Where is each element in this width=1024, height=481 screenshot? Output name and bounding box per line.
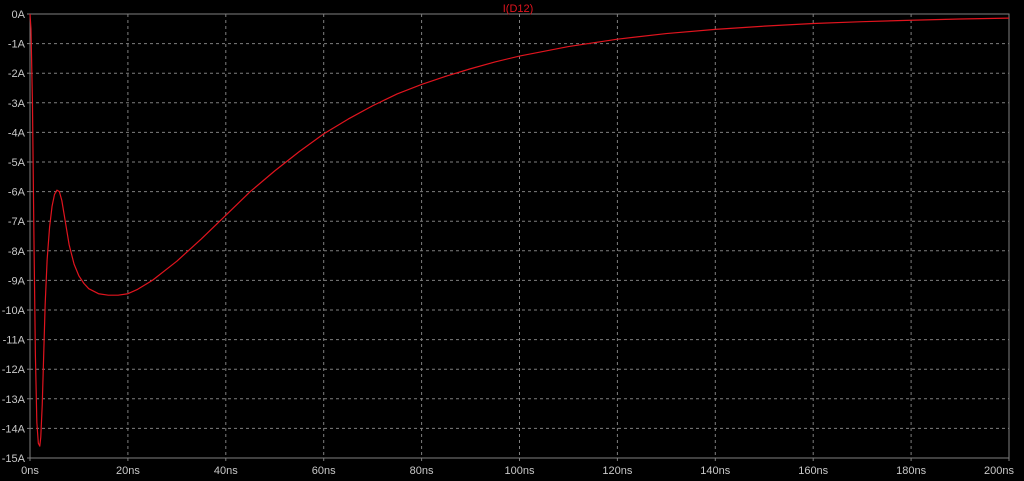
y-tick-label: -12A (2, 364, 26, 376)
y-tick-label: -5A (8, 157, 26, 169)
x-tick-label: 200ns (984, 465, 1014, 477)
y-tick-label: -9A (8, 275, 26, 287)
x-tick-label: 20ns (116, 465, 140, 477)
x-tick-label: 120ns (602, 465, 632, 477)
y-tick-label: -13A (2, 394, 26, 406)
y-tick-label: -2A (8, 68, 26, 80)
x-tick-label: 100ns (505, 465, 535, 477)
y-tick-label: -10A (2, 305, 26, 317)
y-tick-label: -11A (3, 335, 26, 347)
y-tick-label: -4A (8, 127, 26, 139)
y-tick-label: 0A (12, 9, 26, 21)
x-tick-label: 80ns (410, 465, 434, 477)
x-tick-label: 180ns (896, 465, 926, 477)
y-tick-label: -6A (8, 187, 26, 199)
x-tick-label: 40ns (214, 465, 238, 477)
x-tick-label: 60ns (312, 465, 336, 477)
y-tick-label: -7A (8, 216, 26, 228)
y-tick-label: -8A (8, 246, 26, 258)
y-tick-label: -1A (8, 39, 26, 51)
transient-plot: 0A -1A -2A -3A -4A -5A -6A -7A -8A -9A -10A -11A -12… (0, 0, 1024, 481)
x-tick-label: 160ns (798, 465, 828, 477)
y-tick-label: -14A (2, 423, 26, 435)
y-tick-label: -15A (2, 453, 26, 465)
x-tick-label: 0ns (21, 465, 39, 477)
plot-background (0, 0, 1024, 481)
trace-title: I(D12) (503, 3, 534, 15)
y-tick-label: -3A (8, 98, 26, 110)
x-tick-label: 140ns (700, 465, 730, 477)
